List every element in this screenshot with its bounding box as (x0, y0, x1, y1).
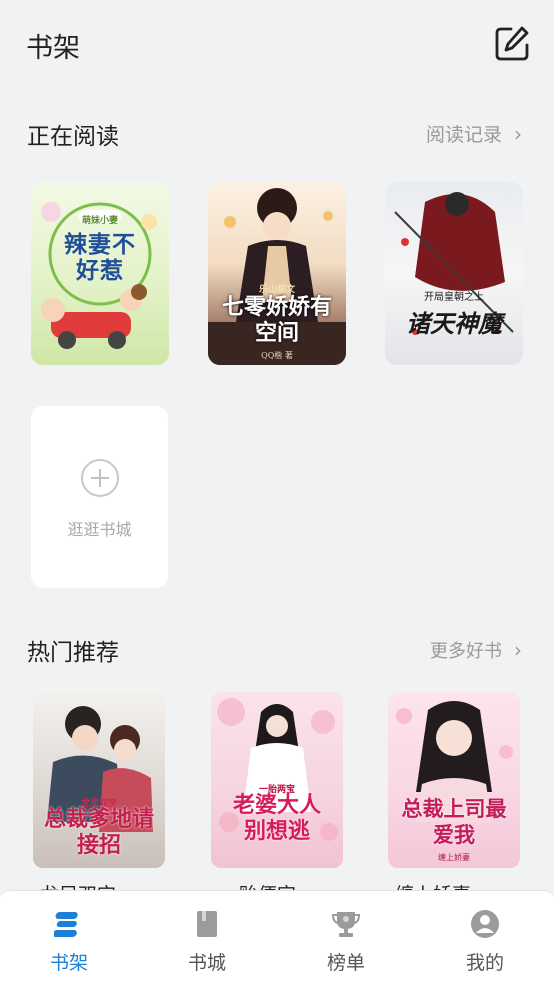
reading-book-cover[interactable]: 乐山都文 七零娇娇有空间 QQ楷 著 (208, 182, 346, 365)
tab-label: 榜单 (326, 952, 365, 974)
cover-author: QQ楷 著 (261, 351, 293, 360)
tab-bookshelf[interactable]: 书架 (0, 891, 138, 986)
user-icon (471, 910, 499, 938)
cover-title: 七零娇娇有空间 (221, 294, 332, 346)
bookshelf-page: 书架 正在阅读 阅读记录 › 萌妹小妻 辣妻不好惹 乐山都文 七零娇娇有空间 Q… (0, 0, 554, 986)
bookshelf-icon (54, 912, 78, 937)
browse-store-card[interactable]: 逛逛书城 (31, 406, 168, 588)
more-books-link[interactable]: 更多好书 › (430, 637, 522, 663)
more-books-label: 更多好书 (430, 641, 502, 662)
cover-tag: 萌妹小妻 (81, 216, 118, 226)
cover-tag: 缠上娇妻 (438, 853, 470, 862)
recommend-book-cover[interactable]: 龙凤双宝 总裁爹地请接招 (33, 692, 165, 868)
cover-title: 总裁爹地请接招 (43, 806, 154, 858)
plus-icon (81, 459, 119, 497)
recommend-book-cover[interactable]: 总裁上司最爱我 缠上娇妻 (388, 692, 520, 868)
cover-tag: 开局皇朝之上 (424, 292, 484, 303)
browse-store-label: 逛逛书城 (67, 520, 132, 539)
reading-book-cover[interactable]: 萌妹小妻 辣妻不好惹 (31, 182, 169, 365)
reading-book-cover[interactable]: 开局皇朝之上 诸天神魔 (385, 182, 523, 365)
book-icon (197, 911, 217, 937)
reading-history-link[interactable]: 阅读记录 › (426, 120, 522, 147)
reading-section-header: 正在阅读 阅读记录 › (0, 117, 554, 157)
tab-ranking[interactable]: 榜单 (277, 891, 415, 986)
edit-button[interactable] (494, 24, 530, 62)
cover-title: 辣妻不好惹 (64, 231, 136, 284)
cover-title: 总裁上司最爱我 (401, 796, 507, 847)
tab-label: 书城 (187, 952, 226, 974)
recommend-section-header: 热门推荐 更多好书 › (0, 633, 554, 673)
tab-profile[interactable]: 我的 (416, 891, 554, 986)
bottom-tab-bar: 书架 书城 榜单 我的 (0, 890, 554, 986)
reading-section-title: 正在阅读 (27, 124, 119, 150)
tab-label: 我的 (465, 952, 504, 974)
reading-history-label: 阅读记录 (425, 124, 502, 146)
edit-icon (495, 26, 529, 61)
trophy-icon (331, 912, 361, 937)
page-title: 书架 (26, 33, 80, 64)
recommend-book-cover[interactable]: 一胎两宝 老婆大人别想逃 (211, 692, 343, 868)
cover-title: 诸天神魔 (406, 309, 502, 338)
cover-title: 老婆大人别想逃 (232, 792, 321, 844)
recommend-section-title: 热门推荐 (27, 640, 119, 666)
chevron-right-icon: › (514, 638, 522, 662)
tab-bookstore[interactable]: 书城 (138, 891, 276, 986)
tab-label: 书架 (49, 952, 88, 974)
header: 书架 (0, 0, 554, 90)
chevron-right-icon: › (514, 122, 522, 146)
